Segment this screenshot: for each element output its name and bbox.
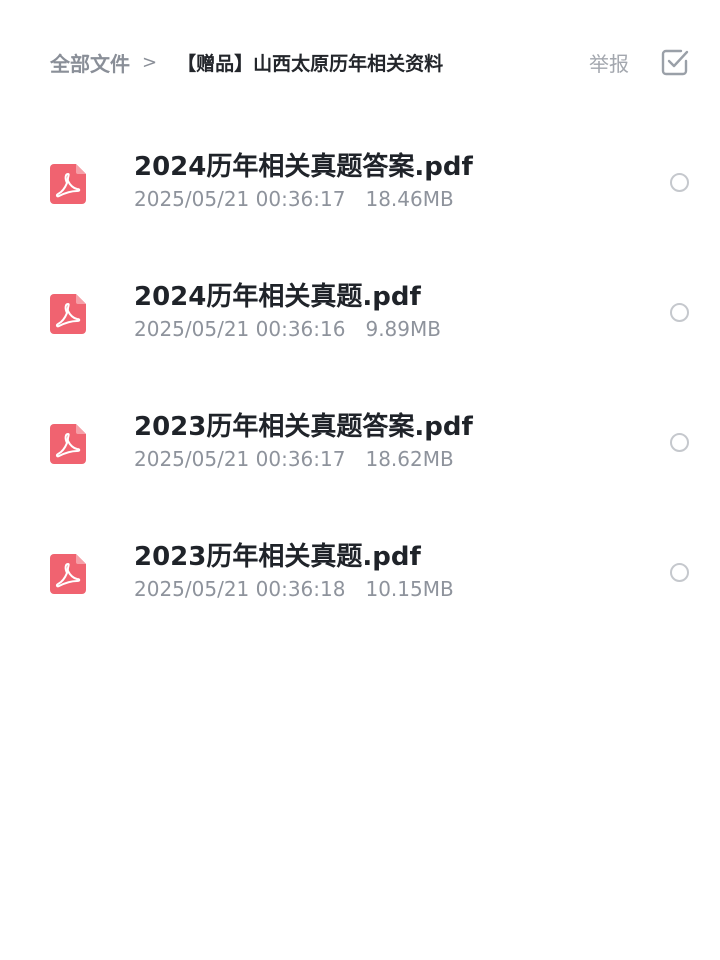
select-radio[interactable] <box>670 433 689 452</box>
checkbox-icon[interactable] <box>660 47 690 77</box>
select-radio[interactable] <box>670 173 689 192</box>
file-row[interactable]: 2024历年相关真题答案.pdf 2025/05/21 00:36:17 18.… <box>0 124 720 254</box>
file-size: 9.89MB <box>365 317 441 341</box>
file-browser-page: 全部文件 > 【赠品】山西太原历年相关资料 举报 2024历年相关真题答案.pd… <box>0 0 720 960</box>
report-button[interactable]: 举报 <box>589 46 629 78</box>
pdf-icon <box>50 424 86 464</box>
breadcrumb-separator: > <box>142 51 158 73</box>
file-meta: 2025/05/21 00:36:17 18.46MB <box>134 187 454 211</box>
select-radio[interactable] <box>670 563 689 582</box>
header-bar: 全部文件 > 【赠品】山西太原历年相关资料 举报 <box>0 0 720 124</box>
pdf-icon <box>50 294 86 334</box>
file-meta: 2025/05/21 00:36:17 18.62MB <box>134 447 454 471</box>
file-meta: 2025/05/21 00:36:16 9.89MB <box>134 317 441 341</box>
file-date: 2025/05/21 00:36:16 <box>134 317 346 341</box>
file-size: 10.15MB <box>365 577 454 601</box>
pdf-icon <box>50 164 86 204</box>
breadcrumb-root-link[interactable]: 全部文件 <box>50 48 130 77</box>
file-name: 2024历年相关真题.pdf <box>134 282 421 312</box>
file-size: 18.62MB <box>365 447 454 471</box>
file-row[interactable]: 2024历年相关真题.pdf 2025/05/21 00:36:16 9.89M… <box>0 254 720 384</box>
breadcrumb: 全部文件 > 【赠品】山西太原历年相关资料 <box>50 46 443 78</box>
file-date: 2025/05/21 00:36:18 <box>134 577 346 601</box>
file-date: 2025/05/21 00:36:17 <box>134 447 346 471</box>
select-radio[interactable] <box>670 303 689 322</box>
file-row[interactable]: 2023历年相关真题答案.pdf 2025/05/21 00:36:17 18.… <box>0 384 720 514</box>
pdf-icon <box>50 554 86 594</box>
file-size: 18.46MB <box>365 187 454 211</box>
file-name: 2023历年相关真题.pdf <box>134 542 421 572</box>
file-date: 2025/05/21 00:36:17 <box>134 187 346 211</box>
file-name: 2024历年相关真题答案.pdf <box>134 152 473 182</box>
file-row[interactable]: 2023历年相关真题.pdf 2025/05/21 00:36:18 10.15… <box>0 514 720 644</box>
breadcrumb-current-folder: 【赠品】山西太原历年相关资料 <box>177 52 444 75</box>
file-meta: 2025/05/21 00:36:18 10.15MB <box>134 577 454 601</box>
file-name: 2023历年相关真题答案.pdf <box>134 412 473 442</box>
file-list: 2024历年相关真题答案.pdf 2025/05/21 00:36:17 18.… <box>0 124 720 644</box>
